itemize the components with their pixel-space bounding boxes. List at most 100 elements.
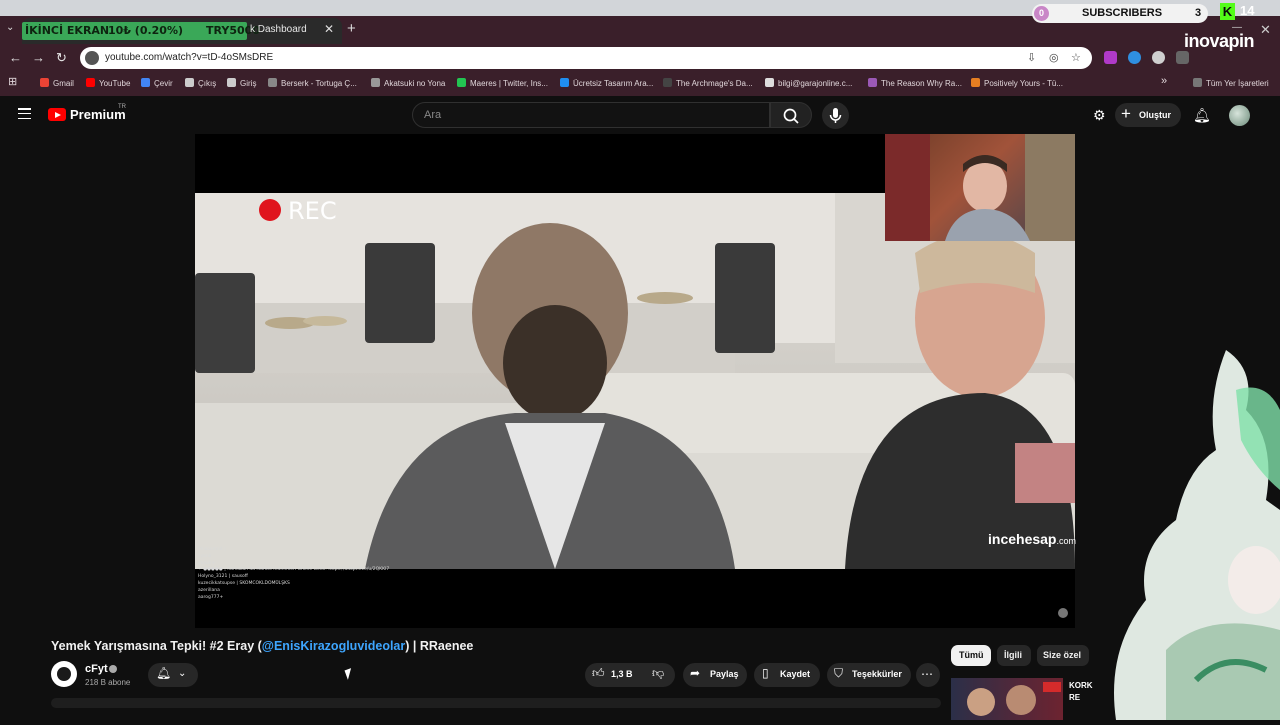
- tab-search-icon[interactable]: ⌄: [6, 22, 14, 33]
- bookmark-label: Çevir: [154, 79, 173, 88]
- kick-icon: K: [1220, 3, 1235, 20]
- channel-subscribers: 218 B abone: [85, 678, 131, 687]
- dislike-icon[interactable]: 👎︎: [652, 666, 664, 681]
- bookmark-label: Çıkış: [198, 79, 217, 88]
- description-box[interactable]: [51, 698, 941, 708]
- account-avatar[interactable]: [1229, 105, 1250, 126]
- chip-for-you-label: Size özel: [1043, 650, 1082, 660]
- player-settings-icon[interactable]: [1058, 608, 1068, 618]
- bookmark-label: Akatsuki no Yona: [384, 79, 446, 88]
- chip-all-label: Tümü: [959, 650, 984, 660]
- sponsor-logo: inovapin: [1184, 31, 1255, 51]
- bookmark-item[interactable]: Berserk - Tortuga Ç...: [268, 78, 357, 88]
- bookmark-item[interactable]: Positively Yours - Tü...: [971, 78, 1063, 88]
- youtube-logo-icon[interactable]: [48, 108, 66, 121]
- bookmark-label: Positively Yours - Tü...: [984, 79, 1063, 88]
- forward-icon[interactable]: →: [32, 50, 45, 65]
- save-bookmark-icon: ▯: [762, 666, 769, 680]
- bookmark-favicon-icon: [40, 78, 49, 87]
- eye-off-icon[interactable]: ◎: [1049, 51, 1059, 64]
- more-bookmarks-icon[interactable]: »: [1161, 75, 1167, 87]
- cast-settings-icon[interactable]: ⚙: [1093, 107, 1106, 124]
- chat-message: azerillana: [198, 587, 220, 593]
- bookmark-label: Ücretsiz Tasarım Ara...: [573, 79, 654, 88]
- overlay-label: İKİNCİ EKRAN: [25, 24, 110, 37]
- thanks-icon: ⛉: [834, 666, 844, 680]
- url-text[interactable]: youtube.com/watch?v=tD-4oSMsDRE: [105, 52, 273, 63]
- window-close-icon[interactable]: ✕: [1260, 22, 1271, 38]
- bookmark-item[interactable]: The Archmage's Da...: [663, 78, 753, 88]
- plus-icon: +: [1121, 104, 1131, 123]
- apps-grid-icon[interactable]: ⊞: [8, 75, 17, 88]
- install-icon[interactable]: ⇩: [1027, 51, 1036, 64]
- all-bookmarks[interactable]: Tüm Yer İşaretleri: [1193, 78, 1269, 88]
- bookmark-favicon-icon: [141, 78, 150, 87]
- chat-message: Holyno_3121 | sausoff: [198, 574, 248, 580]
- like-count[interactable]: 1,3 B: [611, 669, 633, 679]
- voice-search-button[interactable]: [822, 102, 849, 129]
- rec-indicator-icon: [259, 199, 281, 221]
- notifications-bell-icon[interactable]: 🔔︎: [1193, 107, 1211, 124]
- bookmark-label: Maeres | Twitter, Ins...: [470, 79, 548, 88]
- back-icon[interactable]: ←: [9, 50, 22, 65]
- bookmark-label: YouTube: [99, 79, 131, 88]
- title-prefix: Yemek Yarışmasına Tepki! #2 Eray (: [51, 639, 262, 653]
- new-tab-icon[interactable]: +: [347, 20, 356, 37]
- save-label: Kaydet: [780, 669, 811, 679]
- menu-icon[interactable]: [18, 108, 31, 120]
- title-channel-link[interactable]: @EnisKirazogluvideolar: [262, 639, 405, 653]
- mouse-cursor-icon: [344, 668, 355, 680]
- bookmark-item[interactable]: YouTube: [86, 78, 130, 88]
- bookmark-item[interactable]: bilgi@garajonline.c...: [765, 78, 852, 88]
- subscribers-label: SUBSCRIBERS: [1082, 7, 1163, 19]
- site-info-icon[interactable]: [85, 51, 99, 65]
- search-button[interactable]: [770, 102, 812, 128]
- bookmark-favicon-icon: [185, 78, 194, 87]
- bookmark-item[interactable]: Çıkış: [185, 78, 216, 88]
- bookmark-favicon-icon: [868, 78, 877, 87]
- tab-close-icon[interactable]: ✕: [324, 22, 334, 36]
- bell-icon: 🔔︎: [156, 666, 172, 680]
- extension-icon[interactable]: [1128, 51, 1141, 64]
- watermark-main: incehesap: [988, 531, 1057, 547]
- extensions-puzzle-icon[interactable]: [1176, 51, 1189, 64]
- bookmark-item[interactable]: Giriş: [227, 78, 256, 88]
- bookmark-label: Berserk - Tortuga Ç...: [281, 79, 357, 88]
- bookmark-label: The Reason Why Ra...: [881, 79, 962, 88]
- thanks-label: Teşekkürler: [852, 669, 902, 679]
- search-input[interactable]: [412, 102, 770, 128]
- recommendation-thumbnail[interactable]: [951, 678, 1063, 720]
- chat-message: aarog777+: [198, 594, 224, 600]
- search-icon: [783, 108, 799, 124]
- chip-related-label: İlgili: [1004, 650, 1022, 660]
- recommendation-title[interactable]: KORK RE: [1069, 680, 1093, 704]
- subscribers-count: 3: [1195, 7, 1202, 19]
- reload-icon[interactable]: ↻: [56, 50, 67, 66]
- all-bookmarks-label: Tüm Yer İşaretleri: [1206, 79, 1269, 88]
- more-icon: ⋯: [921, 667, 933, 681]
- bookmark-star-icon[interactable]: ☆: [1071, 51, 1081, 64]
- vtuber-avatar: [1106, 350, 1280, 720]
- like-icon[interactable]: 👍︎: [592, 666, 605, 681]
- bookmark-item[interactable]: Gmail: [40, 78, 74, 88]
- title-suffix: ) | RRaenee: [405, 639, 474, 653]
- video-watermark: incehesap.com: [988, 531, 1076, 547]
- bookmark-item[interactable]: The Reason Why Ra...: [868, 78, 962, 88]
- bookmark-item[interactable]: Maeres | Twitter, Ins...: [457, 78, 548, 88]
- tab-title: k Dashboard: [250, 24, 307, 35]
- bookmark-favicon-icon: [765, 78, 774, 87]
- channel-name[interactable]: cFyt: [85, 663, 108, 675]
- bookmark-label: bilgi@garajonline.c...: [778, 79, 853, 88]
- extension-icon[interactable]: [1152, 51, 1165, 64]
- bookmark-label: Gmail: [53, 79, 74, 88]
- extension-icon[interactable]: [1104, 51, 1117, 64]
- bookmark-item[interactable]: Çevir: [141, 78, 173, 88]
- subscribers-icon: 0: [1034, 6, 1049, 21]
- stream-chat-overlay: Pinasomnit | cyanli yusuk+ ✦ ●●●●● | Ramaza…: [198, 547, 389, 622]
- verified-badge-icon: [109, 665, 117, 673]
- bookmark-favicon-icon: [268, 78, 277, 87]
- share-icon: ➦: [690, 666, 701, 680]
- channel-avatar[interactable]: [51, 661, 77, 687]
- bookmark-item[interactable]: Ücretsiz Tasarım Ara...: [560, 78, 653, 88]
- bookmark-item[interactable]: Akatsuki no Yona: [371, 78, 445, 88]
